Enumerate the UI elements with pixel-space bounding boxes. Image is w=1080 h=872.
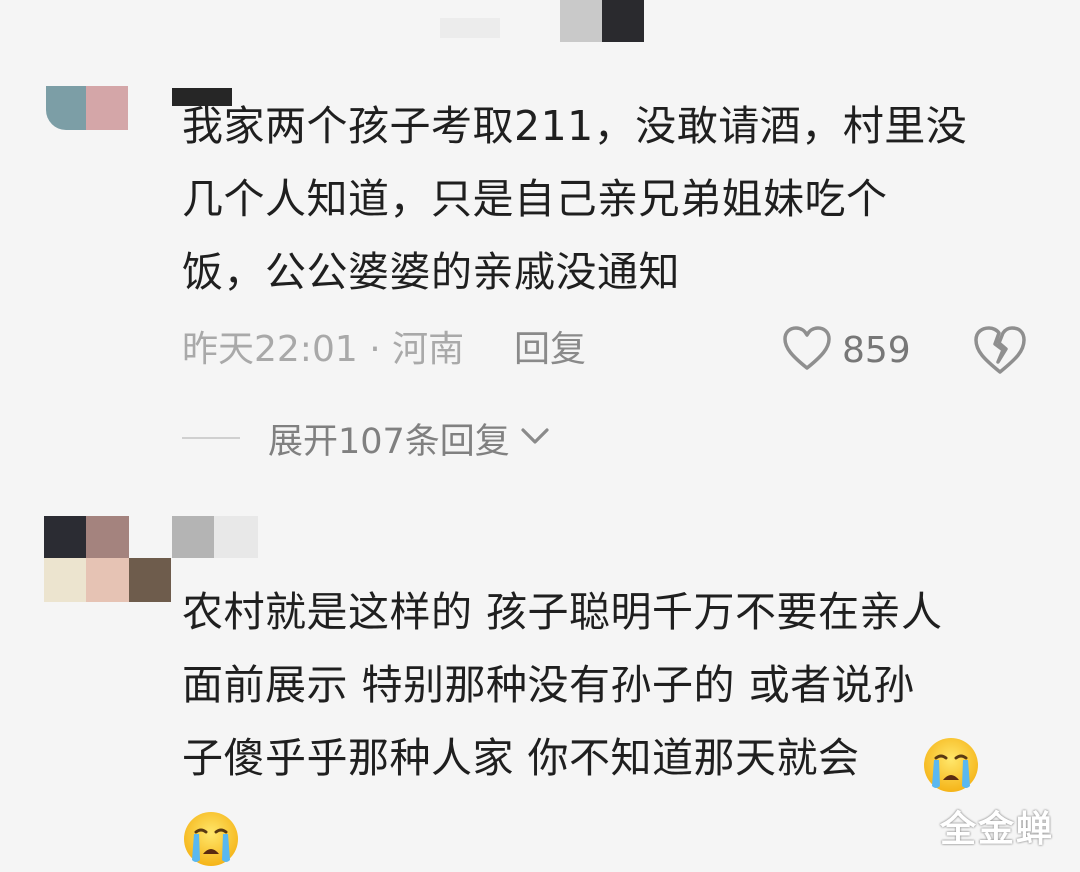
expand-replies[interactable]: 展开107条回复 <box>182 412 550 464</box>
comment-line: 我家两个孩子考取211，没敢请酒，村里没 <box>182 102 968 150</box>
crying-face-emoji <box>182 810 240 868</box>
comment-line: 饭，公公婆婆的亲戚没通知 <box>182 248 680 296</box>
comment-text: 我家两个孩子考取211，没敢请酒，村里没 几个人知道，只是自己亲兄弟姐妹吃个 饭… <box>182 90 967 309</box>
comment-line: 子傻乎乎那种人家 你不知道那天就会 <box>182 734 860 782</box>
dislike-button[interactable] <box>972 322 1028 378</box>
divider-line <box>182 437 240 439</box>
comment-line: 农村就是这样的 孩子聪明千万不要在亲人 <box>182 588 943 636</box>
watermark: 全金蝉 <box>940 809 1055 850</box>
reply-button[interactable]: 回复 <box>514 325 586 375</box>
crying-face-emoji <box>922 736 980 794</box>
comment-line: 面前展示 特别那种没有孙子的 或者说孙 <box>182 661 915 709</box>
comment-time-location: 昨天22:01 · 河南 <box>182 329 465 370</box>
chevron-down-icon <box>520 426 550 450</box>
heart-icon <box>782 325 832 375</box>
expand-replies-label: 展开107条回复 <box>268 421 510 462</box>
broken-heart-icon <box>972 326 1028 382</box>
comment-line: 几个人知道，只是自己亲兄弟姐妹吃个 <box>182 175 888 223</box>
like-count: 859 <box>842 329 911 371</box>
comment-text: 农村就是这样的 孩子聪明千万不要在亲人 面前展示 特别那种没有孙子的 或者说孙 … <box>182 576 943 795</box>
like-button[interactable]: 859 <box>782 322 911 378</box>
